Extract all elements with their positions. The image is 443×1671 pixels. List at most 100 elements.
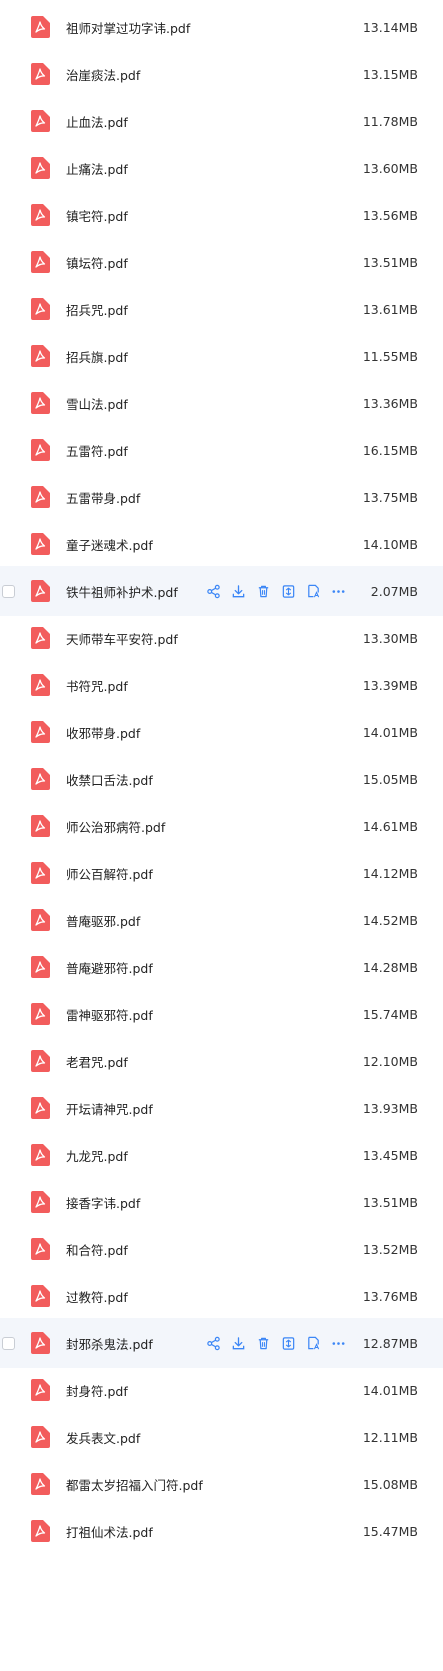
file-row[interactable]: 招兵旗.pdf 11.55MB: [0, 331, 443, 381]
pdf-file-icon: [30, 1285, 50, 1307]
file-name[interactable]: 接香字讳.pdf: [66, 1193, 140, 1212]
file-row[interactable]: 雷神驱邪符.pdf 15.74MB: [0, 989, 443, 1039]
file-row[interactable]: 五雷带身.pdf 13.75MB: [0, 472, 443, 522]
file-row[interactable]: 止血法.pdf 11.78MB: [0, 96, 443, 146]
share-icon[interactable]: [205, 583, 222, 600]
file-name[interactable]: 和合符.pdf: [66, 1240, 128, 1259]
row-actions: [205, 583, 347, 600]
file-row[interactable]: 收禁口舌法.pdf 15.05MB: [0, 754, 443, 804]
file-name[interactable]: 九龙咒.pdf: [66, 1146, 128, 1165]
row-checkbox[interactable]: [2, 1336, 15, 1350]
file-name[interactable]: 雪山法.pdf: [66, 394, 128, 413]
file-name[interactable]: 镇坛符.pdf: [66, 253, 128, 272]
file-name[interactable]: 书符咒.pdf: [66, 676, 128, 695]
pdf-file-icon: [30, 298, 50, 320]
file-name[interactable]: 发兵表文.pdf: [66, 1428, 140, 1447]
file-row[interactable]: 五雷符.pdf 16.15MB: [0, 425, 443, 475]
file-size: 13.52MB: [362, 1241, 418, 1257]
file-row[interactable]: 都雷太岁招福入门符.pdf 15.08MB: [0, 1459, 443, 1509]
extract-icon[interactable]: [280, 583, 297, 600]
file-size: 15.74MB: [362, 1006, 418, 1022]
file-name[interactable]: 铁牛祖师补护术.pdf: [66, 582, 178, 601]
pdf-file-icon: [30, 1379, 50, 1401]
file-size: 13.56MB: [362, 207, 418, 223]
file-row[interactable]: 普庵避邪符.pdf 14.28MB: [0, 942, 443, 992]
file-list: 祖师对掌过功字讳.pdf 13.14MB 治崖痰法.pdf 13.15MB 止血法.pd…: [0, 0, 443, 1671]
file-name[interactable]: 封邪杀鬼法.pdf: [66, 1334, 153, 1353]
file-size: 11.55MB: [362, 348, 418, 364]
file-name[interactable]: 天师带车平安符.pdf: [66, 629, 178, 648]
file-name[interactable]: 祖师对掌过功字讳.pdf: [66, 18, 190, 37]
file-name[interactable]: 治崖痰法.pdf: [66, 65, 140, 84]
pdf-file-icon: [30, 16, 50, 38]
file-row[interactable]: 开坛请神咒.pdf 13.93MB: [0, 1083, 443, 1133]
file-name[interactable]: 普庵避邪符.pdf: [66, 958, 153, 977]
more-icon[interactable]: [330, 583, 347, 600]
file-name[interactable]: 五雷符.pdf: [66, 441, 128, 460]
file-row[interactable]: 过教符.pdf 13.76MB: [0, 1271, 443, 1321]
file-name[interactable]: 开坛请神咒.pdf: [66, 1099, 153, 1118]
download-icon[interactable]: [230, 583, 247, 600]
file-size: 13.14MB: [362, 19, 418, 35]
file-name[interactable]: 老君咒.pdf: [66, 1052, 128, 1071]
file-row[interactable]: 九龙咒.pdf 13.45MB: [0, 1130, 443, 1180]
extract-icon[interactable]: [280, 1335, 297, 1352]
file-name[interactable]: 封身符.pdf: [66, 1381, 128, 1400]
file-name[interactable]: 师公治邪病符.pdf: [66, 817, 165, 836]
file-row[interactable]: 发兵表文.pdf 12.11MB: [0, 1412, 443, 1462]
file-size: 12.11MB: [362, 1429, 418, 1445]
more-icon[interactable]: [330, 1335, 347, 1352]
file-name[interactable]: 止痛法.pdf: [66, 159, 128, 178]
file-name[interactable]: 招兵咒.pdf: [66, 300, 128, 319]
share-icon[interactable]: [205, 1335, 222, 1352]
file-row[interactable]: 和合符.pdf 13.52MB: [0, 1224, 443, 1274]
file-row[interactable]: 封身符.pdf 14.01MB: [0, 1365, 443, 1415]
file-row[interactable]: 封邪杀鬼法.pdf 12.87MB: [0, 1318, 443, 1368]
download-icon[interactable]: [230, 1335, 247, 1352]
file-row[interactable]: 镇宅符.pdf 13.56MB: [0, 190, 443, 240]
delete-icon[interactable]: [255, 583, 272, 600]
row-checkbox[interactable]: [2, 584, 15, 598]
file-name[interactable]: 打祖仙术法.pdf: [66, 1522, 153, 1541]
file-row[interactable]: 铁牛祖师补护术.pdf 2.07MB: [0, 566, 443, 616]
file-row[interactable]: 打祖仙术法.pdf 15.47MB: [0, 1506, 443, 1556]
file-size: 13.61MB: [362, 301, 418, 317]
convert-icon[interactable]: [305, 1335, 322, 1352]
file-row[interactable]: 师公百解符.pdf 14.12MB: [0, 848, 443, 898]
pdf-file-icon: [30, 627, 50, 649]
file-name[interactable]: 普庵驱邪.pdf: [66, 911, 140, 930]
file-size: 14.10MB: [362, 536, 418, 552]
file-size: 13.93MB: [362, 1100, 418, 1116]
file-row[interactable]: 雪山法.pdf 13.36MB: [0, 378, 443, 428]
pdf-file-icon: [30, 1050, 50, 1072]
file-name[interactable]: 师公百解符.pdf: [66, 864, 153, 883]
file-row[interactable]: 治崖痰法.pdf 13.15MB: [0, 49, 443, 99]
file-row[interactable]: 招兵咒.pdf 13.61MB: [0, 284, 443, 334]
file-size: 14.01MB: [362, 724, 418, 740]
file-name[interactable]: 镇宅符.pdf: [66, 206, 128, 225]
file-row[interactable]: 师公治邪病符.pdf 14.61MB: [0, 801, 443, 851]
file-row[interactable]: 天师带车平安符.pdf 13.30MB: [0, 613, 443, 663]
file-row[interactable]: 接香字讳.pdf 13.51MB: [0, 1177, 443, 1227]
file-name[interactable]: 止血法.pdf: [66, 112, 128, 131]
file-name[interactable]: 五雷带身.pdf: [66, 488, 140, 507]
file-name[interactable]: 招兵旗.pdf: [66, 347, 128, 366]
convert-icon[interactable]: [305, 583, 322, 600]
file-name[interactable]: 过教符.pdf: [66, 1287, 128, 1306]
file-row[interactable]: 镇坛符.pdf 13.51MB: [0, 237, 443, 287]
file-name[interactable]: 童子迷魂术.pdf: [66, 535, 153, 554]
file-name[interactable]: 收邪带身.pdf: [66, 723, 140, 742]
file-row[interactable]: 普庵驱邪.pdf 14.52MB: [0, 895, 443, 945]
delete-icon[interactable]: [255, 1335, 272, 1352]
file-row[interactable]: 祖师对掌过功字讳.pdf 13.14MB: [0, 2, 443, 52]
file-name[interactable]: 收禁口舌法.pdf: [66, 770, 153, 789]
pdf-file-icon: [30, 251, 50, 273]
file-row[interactable]: 收邪带身.pdf 14.01MB: [0, 707, 443, 757]
file-row[interactable]: 老君咒.pdf 12.10MB: [0, 1036, 443, 1086]
file-name[interactable]: 雷神驱邪符.pdf: [66, 1005, 153, 1024]
file-row[interactable]: 止痛法.pdf 13.60MB: [0, 143, 443, 193]
pdf-file-icon: [30, 1520, 50, 1542]
file-row[interactable]: 童子迷魂术.pdf 14.10MB: [0, 519, 443, 569]
file-row[interactable]: 书符咒.pdf 13.39MB: [0, 660, 443, 710]
file-name[interactable]: 都雷太岁招福入门符.pdf: [66, 1475, 203, 1494]
